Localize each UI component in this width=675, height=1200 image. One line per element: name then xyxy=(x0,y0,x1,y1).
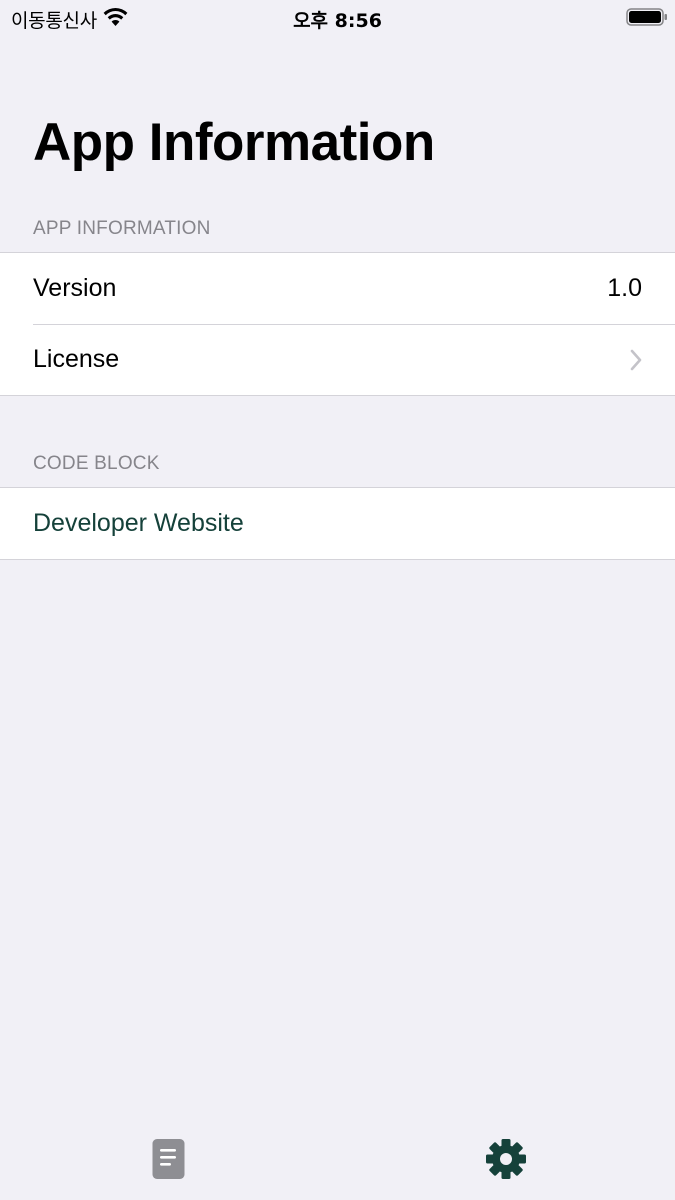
tab-bar xyxy=(0,1105,675,1200)
version-row: Version 1.0 xyxy=(0,253,675,324)
tab-settings[interactable] xyxy=(482,1135,530,1183)
chevron-right-icon xyxy=(630,349,642,371)
app-information-section: Version 1.0 License xyxy=(0,252,675,396)
document-icon xyxy=(152,1139,185,1179)
version-label: Version xyxy=(33,274,117,302)
license-row[interactable]: License xyxy=(0,324,675,395)
code-block-section: Developer Website xyxy=(0,487,675,560)
status-time: 오후 8:56 xyxy=(293,10,382,32)
developer-website-row[interactable]: Developer Website xyxy=(0,488,675,559)
developer-website-link[interactable]: Developer Website xyxy=(33,509,244,538)
status-bar: 이동통신사 오후 8:56 xyxy=(0,0,675,34)
section-header-code-block: CODE BLOCK xyxy=(33,453,160,474)
gear-icon xyxy=(486,1139,526,1179)
section-header-app-information: APP INFORMATION xyxy=(33,218,211,239)
tab-documents[interactable] xyxy=(145,1135,193,1183)
battery-icon xyxy=(626,8,668,26)
page-title: App Information xyxy=(33,113,435,172)
app-information-screen: 이동통신사 오후 8:56 App Information APP INFORM… xyxy=(0,0,675,1200)
version-value: 1.0 xyxy=(607,274,642,302)
license-label: License xyxy=(33,345,120,373)
